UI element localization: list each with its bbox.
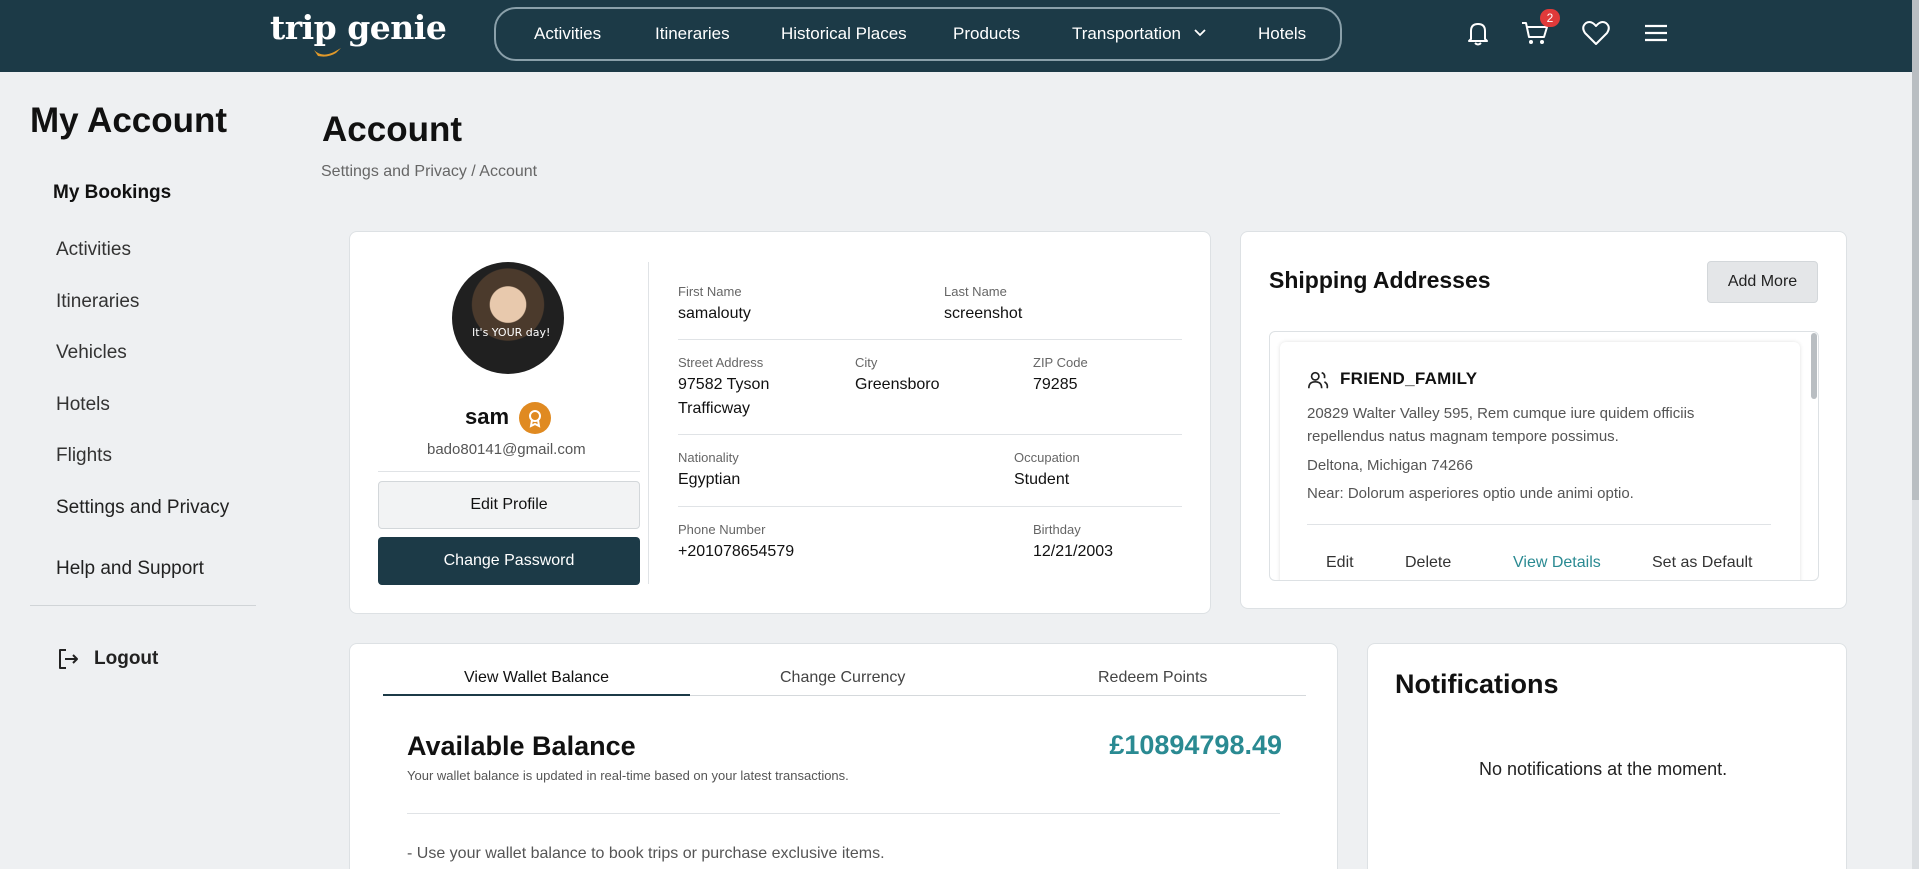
street-label: Street Address bbox=[678, 355, 764, 370]
tab-change-currency[interactable]: Change Currency bbox=[780, 669, 905, 687]
nav-hotels[interactable]: Hotels bbox=[1258, 24, 1306, 44]
page-scrollbar-thumb[interactable] bbox=[1912, 0, 1919, 500]
phone-label: Phone Number bbox=[678, 522, 766, 537]
nationality-value: Egyptian bbox=[678, 471, 741, 488]
balance-amount: £10894798.49 bbox=[1109, 730, 1282, 760]
avatar: It's YOUR day! bbox=[452, 262, 564, 374]
change-password-button[interactable]: Change Password bbox=[378, 537, 640, 585]
tab-redeem-points[interactable]: Redeem Points bbox=[1098, 669, 1207, 687]
address-divider bbox=[1307, 524, 1771, 525]
field-divider bbox=[678, 506, 1182, 507]
menu-icon[interactable] bbox=[1641, 18, 1671, 48]
add-address-button[interactable]: Add More bbox=[1707, 261, 1818, 303]
nav-itineraries[interactable]: Itineraries bbox=[655, 24, 730, 44]
address-edit-button[interactable]: Edit bbox=[1326, 554, 1354, 572]
main-nav bbox=[494, 7, 1342, 61]
nav-historical-places[interactable]: Historical Places bbox=[781, 24, 907, 44]
profile-divider bbox=[378, 471, 640, 472]
last-name-label: Last Name bbox=[944, 284, 1007, 299]
sidebar-divider bbox=[30, 605, 256, 606]
breadcrumb: Settings and Privacy / Account bbox=[321, 163, 538, 180]
city-value: Greensboro bbox=[855, 376, 940, 393]
cart-count-badge: 2 bbox=[1540, 9, 1560, 27]
trip-genie-logo[interactable]: trip genie bbox=[270, 8, 447, 57]
notifications-title: Notifications bbox=[1395, 669, 1559, 699]
nationality-label: Nationality bbox=[678, 450, 739, 465]
shipping-title: Shipping Addresses bbox=[1269, 267, 1491, 293]
address-view-details-button[interactable]: View Details bbox=[1513, 554, 1601, 572]
sidebar-item-activities[interactable]: Activities bbox=[56, 239, 131, 261]
sidebar-item-hotels[interactable]: Hotels bbox=[56, 394, 110, 416]
birthday-value: 12/21/2003 bbox=[1033, 543, 1114, 560]
zip-value: 79285 bbox=[1033, 376, 1078, 393]
edit-profile-button[interactable]: Edit Profile bbox=[378, 481, 640, 529]
first-name-label: First Name bbox=[678, 284, 742, 299]
top-nav-bar: trip genie Activities Itineraries Histor… bbox=[0, 0, 1919, 72]
sidebar-item-flights[interactable]: Flights bbox=[56, 445, 112, 467]
nav-products[interactable]: Products bbox=[953, 24, 1020, 44]
balance-subtitle: Your wallet balance is updated in real-t… bbox=[407, 768, 849, 783]
address-list-scrollbar[interactable] bbox=[1811, 333, 1817, 399]
users-icon bbox=[1308, 371, 1329, 389]
logout-icon[interactable] bbox=[56, 647, 80, 671]
chevron-down-icon bbox=[1194, 29, 1206, 37]
heart-icon[interactable] bbox=[1581, 18, 1611, 48]
profile-email: bado80141@gmail.com bbox=[427, 441, 586, 458]
sidebar-item-help[interactable]: Help and Support bbox=[56, 558, 204, 580]
occupation-label: Occupation bbox=[1014, 450, 1080, 465]
balance-title: Available Balance bbox=[407, 731, 636, 761]
balance-divider bbox=[407, 813, 1280, 814]
first-name-value: samalouty bbox=[678, 305, 751, 322]
avatar-caption: It's YOUR day! bbox=[472, 326, 551, 339]
profile-vertical-divider bbox=[648, 262, 649, 584]
sidebar-item-settings[interactable]: Settings and Privacy bbox=[56, 497, 229, 519]
address-line-1: 20829 Walter Valley 595, Rem cumque iure… bbox=[1307, 405, 1695, 445]
award-badge-icon bbox=[519, 402, 551, 434]
last-name-value: screenshot bbox=[944, 305, 1023, 322]
zip-label: ZIP Code bbox=[1033, 355, 1088, 370]
field-divider bbox=[678, 339, 1182, 340]
address-near: Near: Dolorum asperiores optio unde anim… bbox=[1307, 485, 1634, 502]
sidebar-my-bookings[interactable]: My Bookings bbox=[53, 182, 171, 204]
page-title: Account bbox=[322, 110, 462, 149]
birthday-label: Birthday bbox=[1033, 522, 1081, 537]
sidebar-item-itineraries[interactable]: Itineraries bbox=[56, 291, 139, 313]
balance-note: - Use your wallet balance to book trips … bbox=[407, 845, 885, 862]
street-value: 97582 Tyson Trafficway bbox=[678, 376, 770, 417]
phone-value: +201078654579 bbox=[678, 543, 795, 560]
nav-transportation-label: Transportation bbox=[1072, 24, 1181, 43]
genie-lamp-icon bbox=[314, 48, 341, 57]
bell-icon[interactable] bbox=[1463, 18, 1493, 48]
logo-text: trip genie bbox=[270, 8, 447, 47]
nav-transportation[interactable]: Transportation bbox=[1072, 24, 1206, 44]
city-label: City bbox=[855, 355, 878, 370]
address-label: FRIEND_FAMILY bbox=[1340, 369, 1478, 388]
profile-name: sam bbox=[465, 404, 510, 429]
nav-activities[interactable]: Activities bbox=[534, 24, 601, 44]
address-set-default-button[interactable]: Set as Default bbox=[1652, 554, 1753, 572]
tab-active-indicator bbox=[383, 694, 690, 696]
sidebar-title: My Account bbox=[30, 101, 228, 140]
notifications-empty-text: No notifications at the moment. bbox=[1479, 759, 1728, 779]
occupation-value: Student bbox=[1014, 471, 1070, 488]
sidebar-item-vehicles[interactable]: Vehicles bbox=[56, 342, 127, 364]
field-divider bbox=[678, 434, 1182, 435]
address-line-2: Deltona, Michigan 74266 bbox=[1307, 457, 1473, 474]
tab-view-wallet-balance[interactable]: View Wallet Balance bbox=[464, 669, 609, 687]
address-delete-button[interactable]: Delete bbox=[1405, 554, 1451, 572]
logout-link[interactable]: Logout bbox=[94, 648, 158, 670]
